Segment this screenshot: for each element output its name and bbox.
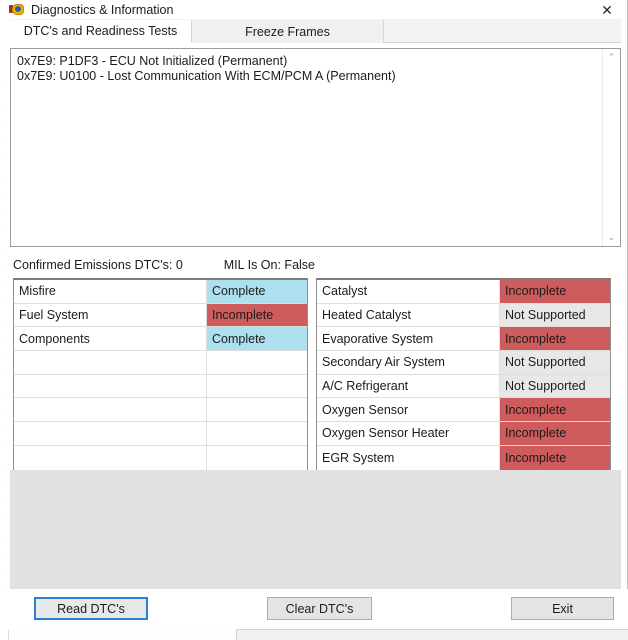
monitor-name: EGR System bbox=[317, 445, 500, 470]
clear-dtcs-button[interactable]: Clear DTC's bbox=[267, 597, 372, 620]
monitor-name: Components bbox=[14, 327, 207, 351]
monitor-status: Incomplete bbox=[207, 303, 307, 327]
table-row[interactable] bbox=[14, 351, 307, 375]
readiness-tables: Misfire Complete Fuel System Incomplete … bbox=[13, 278, 611, 471]
dtc-list-scrollbar[interactable]: ⌃ ⌄ bbox=[602, 49, 620, 246]
monitor-name bbox=[14, 422, 207, 445]
readiness-table-right: Catalyst Incomplete Heated Catalyst Not … bbox=[316, 278, 611, 471]
obd-connector-icon bbox=[9, 2, 25, 18]
monitor-name: Misfire bbox=[14, 280, 207, 303]
table-row[interactable]: EGR System Incomplete bbox=[317, 445, 610, 470]
monitor-status: Incomplete bbox=[500, 398, 610, 422]
table-row[interactable]: Evaporative System Incomplete bbox=[317, 327, 610, 352]
monitor-name: A/C Refrigerant bbox=[317, 374, 500, 398]
monitor-status bbox=[207, 398, 307, 422]
table-row[interactable]: Oxygen Sensor Incomplete bbox=[317, 398, 610, 423]
table-row[interactable]: Fuel System Incomplete bbox=[14, 303, 307, 328]
monitor-name bbox=[14, 445, 207, 470]
button-bar: Read DTC's Clear DTC's Exit bbox=[1, 589, 628, 629]
monitor-status: Not Supported bbox=[500, 351, 610, 374]
monitor-status: Not Supported bbox=[500, 303, 610, 327]
confirmed-emissions-dtcs-label: Confirmed Emissions DTC's: 0 bbox=[13, 258, 183, 272]
diagnostics-dialog: Diagnostics & Information ✕ DTC's and Re… bbox=[1, 0, 628, 629]
monitor-status bbox=[207, 422, 307, 445]
monitor-name bbox=[14, 351, 207, 374]
dtc-list-content: 0x7E9: P1DF3 - ECU Not Initialized (Perm… bbox=[11, 49, 602, 246]
monitor-status: Complete bbox=[207, 327, 307, 351]
dtc-line: 0x7E9: P1DF3 - ECU Not Initialized (Perm… bbox=[17, 54, 288, 68]
table-row[interactable] bbox=[14, 398, 307, 423]
table-row[interactable]: Misfire Complete bbox=[14, 280, 307, 304]
readiness-table-left: Misfire Complete Fuel System Incomplete … bbox=[13, 278, 308, 471]
monitor-name bbox=[14, 398, 207, 422]
table-row[interactable] bbox=[14, 445, 307, 470]
monitor-name: Oxygen Sensor Heater bbox=[317, 422, 500, 445]
monitor-status: Incomplete bbox=[500, 445, 610, 470]
monitor-status: Not Supported bbox=[500, 374, 610, 398]
monitor-status bbox=[207, 445, 307, 470]
tab-dtcs-and-readiness-tests[interactable]: DTC's and Readiness Tests bbox=[10, 20, 192, 43]
dtc-list-box[interactable]: 0x7E9: P1DF3 - ECU Not Initialized (Perm… bbox=[10, 48, 621, 247]
table-row[interactable] bbox=[14, 374, 307, 399]
scroll-up-icon[interactable]: ⌃ bbox=[603, 49, 620, 66]
dtc-line: 0x7E9: U0100 - Lost Communication With E… bbox=[17, 69, 396, 83]
read-dtcs-button[interactable]: Read DTC's bbox=[34, 597, 148, 620]
close-icon[interactable]: ✕ bbox=[587, 0, 627, 20]
monitor-status: Incomplete bbox=[500, 422, 610, 445]
monitor-name: Evaporative System bbox=[317, 327, 500, 351]
empty-panel bbox=[10, 470, 621, 589]
table-row[interactable] bbox=[14, 422, 307, 446]
table-row[interactable]: Catalyst Incomplete bbox=[317, 280, 610, 304]
background-window-bottom-bar bbox=[236, 629, 628, 640]
status-line: Confirmed Emissions DTC's: 0 MIL Is On: … bbox=[13, 258, 315, 272]
monitor-status: Complete bbox=[207, 280, 307, 303]
monitor-name: Fuel System bbox=[14, 303, 207, 327]
table-row[interactable]: Heated Catalyst Not Supported bbox=[317, 303, 610, 328]
monitor-status bbox=[207, 351, 307, 374]
tab-freeze-frames[interactable]: Freeze Frames bbox=[192, 20, 384, 43]
tab-strip: DTC's and Readiness Tests Freeze Frames bbox=[10, 19, 621, 43]
table-row[interactable]: Secondary Air System Not Supported bbox=[317, 351, 610, 375]
table-row[interactable]: A/C Refrigerant Not Supported bbox=[317, 374, 610, 399]
title-bar: Diagnostics & Information ✕ bbox=[1, 0, 627, 20]
monitor-status: Incomplete bbox=[500, 327, 610, 351]
table-row[interactable]: Oxygen Sensor Heater Incomplete bbox=[317, 422, 610, 446]
window-title: Diagnostics & Information bbox=[31, 3, 174, 17]
scroll-down-icon[interactable]: ⌄ bbox=[603, 229, 620, 246]
table-row[interactable]: Components Complete bbox=[14, 327, 307, 352]
monitor-name: Heated Catalyst bbox=[317, 303, 500, 327]
monitor-name: Catalyst bbox=[317, 280, 500, 303]
exit-button[interactable]: Exit bbox=[511, 597, 614, 620]
monitor-status: Incomplete bbox=[500, 280, 610, 303]
monitor-name: Secondary Air System bbox=[317, 351, 500, 374]
monitor-name: Oxygen Sensor bbox=[317, 398, 500, 422]
monitor-status bbox=[207, 374, 307, 398]
mil-status-label: MIL Is On: False bbox=[223, 258, 315, 272]
monitor-name bbox=[14, 374, 207, 398]
